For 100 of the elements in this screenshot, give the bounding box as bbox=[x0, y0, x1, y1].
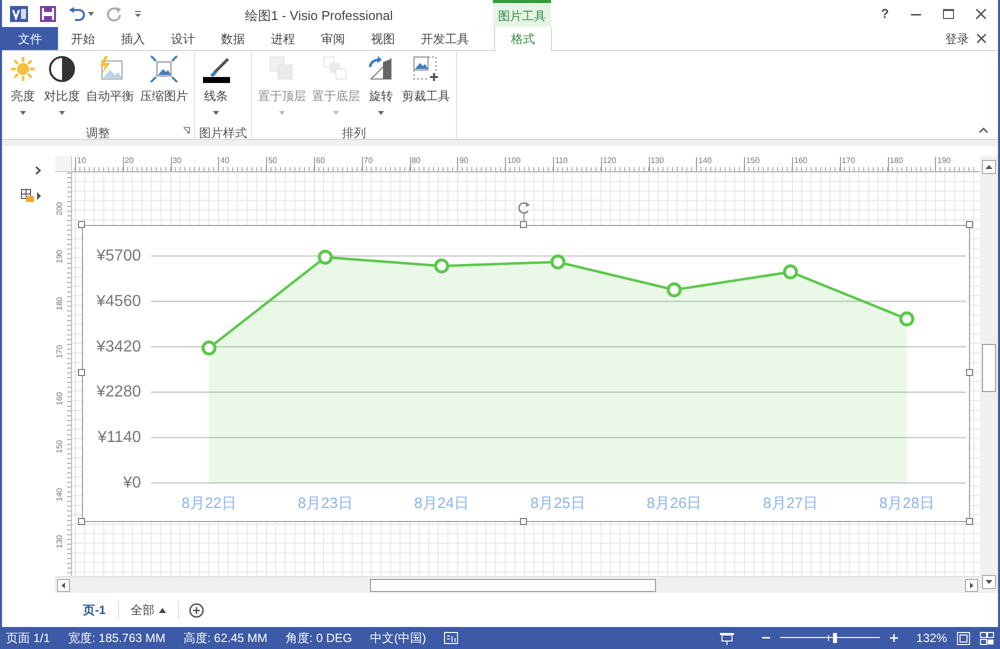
dialog-launcher-icon[interactable] bbox=[183, 127, 190, 134]
sun-icon bbox=[9, 55, 37, 83]
ribbon-tab[interactable]: 格式 bbox=[494, 27, 552, 51]
ribbon-tab[interactable]: 设计 bbox=[158, 27, 208, 50]
scroll-right-icon[interactable] bbox=[965, 578, 978, 592]
app-logo-icon bbox=[10, 5, 28, 23]
presentation-mode-icon[interactable] bbox=[720, 632, 734, 644]
selection-handle[interactable] bbox=[78, 518, 85, 525]
ribbon-button[interactable]: 自动平衡 bbox=[84, 55, 136, 105]
axis-label: ¥1140 bbox=[98, 429, 141, 446]
add-page-icon[interactable] bbox=[188, 602, 204, 618]
customize-toolbar-icon[interactable] bbox=[134, 10, 142, 18]
undo-button[interactable] bbox=[68, 6, 94, 22]
sign-in-link[interactable]: 登录 bbox=[945, 30, 969, 48]
scroll-left-icon[interactable] bbox=[57, 578, 70, 592]
ribbon-tab[interactable]: 视图 bbox=[358, 27, 408, 50]
selection-handle[interactable] bbox=[78, 369, 85, 376]
zoom-slider-thumb[interactable] bbox=[833, 633, 838, 643]
collapse-ribbon-icon[interactable] bbox=[979, 127, 988, 133]
scrollbar-thumb[interactable] bbox=[370, 578, 656, 592]
status-text: 中文(中国) bbox=[370, 630, 426, 647]
close-icon[interactable] bbox=[977, 34, 986, 43]
ruler-label: 170 bbox=[56, 344, 64, 358]
data-point bbox=[783, 264, 798, 280]
data-point bbox=[318, 250, 333, 265]
axis-label: ¥5700 bbox=[96, 248, 141, 264]
status-text: 页面 1/1 bbox=[6, 630, 50, 647]
data-point bbox=[202, 340, 216, 356]
ribbon-tab[interactable]: 开发工具 bbox=[408, 27, 482, 50]
data-point bbox=[550, 254, 566, 270]
selection-handle[interactable] bbox=[966, 221, 973, 228]
expand-chevron-icon[interactable] bbox=[35, 166, 41, 175]
page-tab[interactable]: 页-1 bbox=[71, 601, 119, 619]
axis-label: ¥4560 bbox=[96, 292, 141, 310]
macro-record-icon[interactable] bbox=[444, 632, 458, 644]
zoom-slider[interactable] bbox=[780, 633, 880, 643]
fit-page-icon[interactable] bbox=[957, 632, 970, 644]
data-point bbox=[899, 311, 914, 326]
ribbon-tab[interactable]: 数据 bbox=[208, 27, 258, 50]
status-text: 宽度: 185.763 MM bbox=[68, 630, 166, 647]
compress-picture-icon bbox=[150, 55, 178, 83]
rotate-handle-icon[interactable] bbox=[517, 200, 531, 222]
close-icon[interactable] bbox=[976, 9, 986, 19]
scroll-down-icon[interactable] bbox=[982, 575, 996, 589]
selection-handle[interactable] bbox=[520, 518, 527, 525]
ribbon-button[interactable]: 压缩图片 bbox=[138, 55, 190, 105]
ruler-label: 180 bbox=[56, 297, 64, 311]
group-label: 调整 bbox=[86, 126, 110, 140]
scroll-up-icon[interactable] bbox=[982, 160, 996, 174]
data-point bbox=[666, 282, 682, 298]
shapes-panel-icon[interactable] bbox=[21, 189, 41, 203]
axis-label: 8月28日 bbox=[879, 495, 934, 512]
ruler-label: 190 bbox=[56, 250, 64, 263]
brush-line-icon bbox=[202, 55, 230, 83]
axis-label: 8月24日 bbox=[414, 495, 470, 512]
maximize-icon[interactable] bbox=[943, 9, 954, 19]
caret-icon bbox=[88, 12, 94, 16]
axis-label: 8月22日 bbox=[181, 495, 237, 512]
ribbon-button[interactable]: 剪裁工具 bbox=[400, 55, 452, 105]
status-text: 角度: 0 DEG bbox=[285, 630, 352, 647]
help-button[interactable]: ? bbox=[881, 4, 889, 24]
crop-picture-icon bbox=[412, 55, 440, 83]
save-icon[interactable] bbox=[40, 6, 56, 22]
zoom-level[interactable]: 132% bbox=[916, 629, 947, 647]
contrast-icon bbox=[48, 55, 76, 83]
axis-label: ¥2280 bbox=[96, 384, 141, 401]
selection-handle[interactable] bbox=[78, 221, 85, 228]
data-point bbox=[434, 258, 450, 274]
undo-icon bbox=[68, 6, 86, 22]
ribbon-button[interactable]: 旋转 bbox=[364, 55, 398, 115]
axis-label: 8月26日 bbox=[646, 495, 702, 512]
ribbon-tab[interactable]: 开始 bbox=[58, 27, 108, 50]
ribbon-tab[interactable]: 进程 bbox=[258, 27, 308, 50]
ruler-label: 200 bbox=[56, 202, 64, 216]
scrollbar-thumb[interactable] bbox=[982, 344, 996, 392]
axis-label: ¥0 bbox=[123, 474, 141, 492]
ribbon-button[interactable]: 线条 bbox=[199, 55, 233, 115]
window-title: 绘图1 - Visio Professional bbox=[245, 7, 393, 25]
selection-handle[interactable] bbox=[966, 518, 973, 525]
drawing-canvas[interactable]: ¥0 ¥1140 ¥2280 ¥3420 ¥4560 ¥5700 8月22日 8月23日 8月24日 8月25日 8月26日 8月27日 8月28日 bbox=[72, 172, 980, 576]
group-label: 图片样式 bbox=[199, 126, 247, 140]
chart-shape[interactable]: ¥0 ¥1140 ¥2280 ¥3420 ¥4560 ¥5700 8月22日 8月23日 8月24日 8月25日 8月26日 8月27日 8月28日 bbox=[82, 225, 970, 522]
group-label: 排列 bbox=[342, 126, 366, 140]
page-tab[interactable]: 全部 bbox=[118, 601, 179, 619]
selection-handle[interactable] bbox=[966, 369, 973, 376]
axis-label: ¥3420 bbox=[96, 338, 141, 356]
zoom-in-icon[interactable] bbox=[890, 634, 898, 642]
status-text: 高度: 62.45 MM bbox=[183, 630, 268, 647]
switch-windows-icon[interactable] bbox=[980, 632, 994, 644]
caret-icon bbox=[158, 608, 166, 612]
ribbon-tab[interactable]: 插入 bbox=[108, 27, 158, 50]
axis-label: 8月23日 bbox=[298, 495, 353, 512]
ribbon-button[interactable]: 亮度 bbox=[6, 55, 40, 115]
ribbon-tab[interactable]: 审阅 bbox=[308, 27, 358, 50]
ribbon-tab[interactable]: 文件 bbox=[2, 27, 58, 50]
ruler-label: 130 bbox=[56, 535, 64, 549]
ruler-label: 140 bbox=[56, 488, 64, 501]
ribbon-button[interactable]: 对比度 bbox=[42, 55, 82, 115]
contextual-tab-group: 图片工具 bbox=[493, 0, 551, 28]
selection-handle[interactable] bbox=[520, 221, 527, 228]
